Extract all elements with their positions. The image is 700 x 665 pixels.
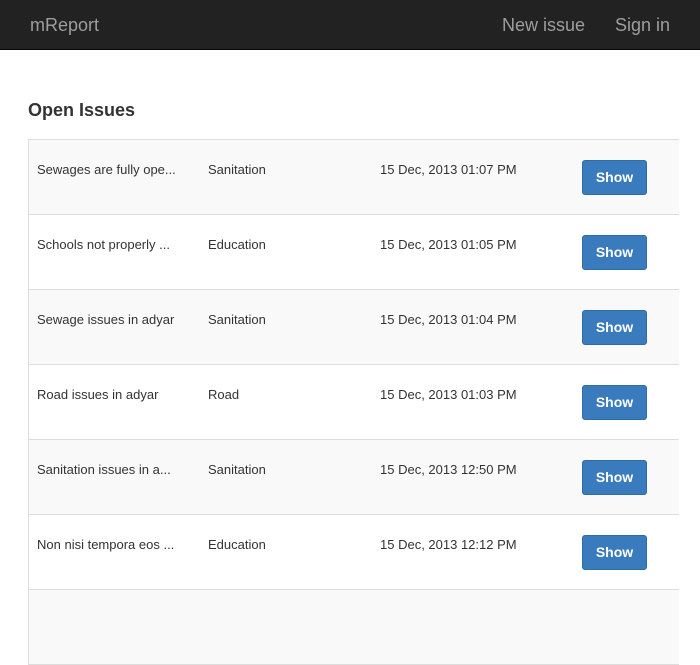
table-row: Road issues in adyar Road 15 Dec, 2013 0… xyxy=(29,365,679,440)
issue-date: 15 Dec, 2013 01:04 PM xyxy=(380,312,517,327)
table-row: Schools not properly ... Education 15 De… xyxy=(29,215,679,290)
issue-category: Road xyxy=(208,387,240,402)
issues-table: Sewages are fully ope... Sanitation 15 D… xyxy=(28,139,679,665)
new-issue-link[interactable]: New issue xyxy=(502,14,585,36)
issue-category: Sanitation xyxy=(208,462,266,477)
issue-title: Sewage issues in adyar xyxy=(37,312,175,327)
issue-title: Road issues in adyar xyxy=(37,387,159,402)
issue-date: 15 Dec, 2013 01:03 PM xyxy=(380,387,517,402)
show-button[interactable]: Show xyxy=(582,385,647,420)
show-button[interactable]: Show xyxy=(582,460,647,495)
issue-title: Schools not properly ... xyxy=(37,237,170,252)
table-row-partial xyxy=(29,590,679,665)
issue-date: 15 Dec, 2013 12:12 PM xyxy=(380,537,517,552)
table-row: Sanitation issues in a... Sanitation 15 … xyxy=(29,440,679,515)
issue-category: Education xyxy=(208,537,266,552)
show-button[interactable]: Show xyxy=(582,310,647,345)
issue-category: Sanitation xyxy=(208,162,266,177)
issue-date: 15 Dec, 2013 12:50 PM xyxy=(380,462,517,477)
issue-date: 15 Dec, 2013 01:05 PM xyxy=(380,237,517,252)
issue-category: Education xyxy=(208,237,266,252)
table-row: Non nisi tempora eos ... Education 15 De… xyxy=(29,515,679,590)
sign-in-link[interactable]: Sign in xyxy=(615,14,670,36)
issue-title: Non nisi tempora eos ... xyxy=(37,537,175,552)
issue-category: Sanitation xyxy=(208,312,266,327)
page-title: Open Issues xyxy=(28,100,136,120)
issue-title: Sanitation issues in a... xyxy=(37,462,171,477)
table-row: Sewages are fully ope... Sanitation 15 D… xyxy=(29,140,679,215)
show-button[interactable]: Show xyxy=(582,160,647,195)
brand-link[interactable]: mReport xyxy=(30,14,99,36)
table-row: Sewage issues in adyar Sanitation 15 Dec… xyxy=(29,290,679,365)
issue-title: Sewages are fully ope... xyxy=(37,162,176,177)
top-navbar: mReport New issue Sign in xyxy=(0,0,700,50)
issue-date: 15 Dec, 2013 01:07 PM xyxy=(380,162,517,177)
show-button[interactable]: Show xyxy=(582,535,647,570)
show-button[interactable]: Show xyxy=(582,235,647,270)
